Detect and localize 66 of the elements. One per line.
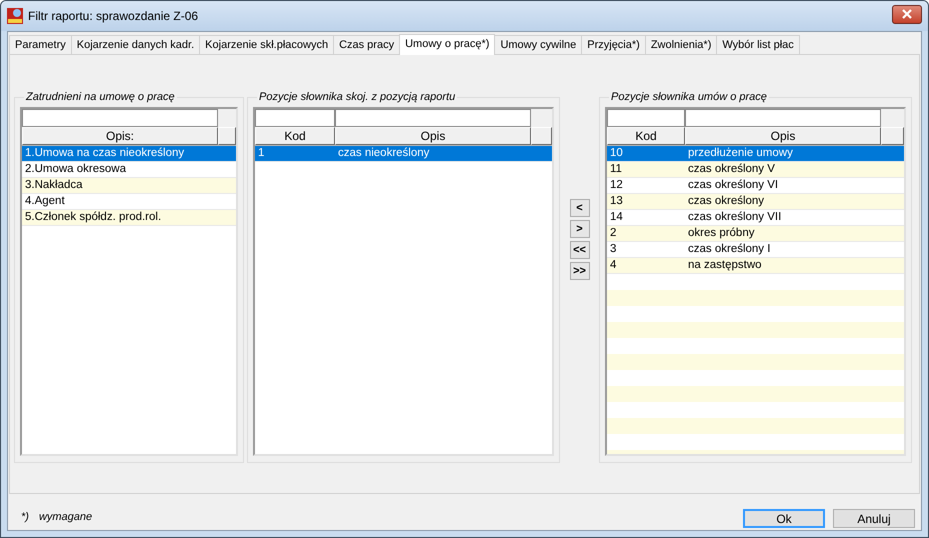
group-title: Pozycje słownika umów o pracę	[610, 91, 768, 103]
grid-cell-text: 13	[609, 194, 624, 209]
column-header[interactable]: Opis:	[22, 127, 218, 145]
footnote-mark: *)	[21, 511, 29, 523]
grid-cell-text: 3	[609, 242, 618, 257]
grid-cell-text: czas określony V	[687, 162, 776, 177]
grid-cell-text: czas określony	[687, 194, 766, 209]
grid-cell-text: 4.Agent	[24, 194, 66, 209]
column-header[interactable]: Opis	[335, 127, 531, 145]
close-button[interactable]	[892, 4, 922, 24]
grid-cell-text: 4	[609, 258, 618, 273]
grid-cell-text: 2.Umowa okresowa	[24, 162, 127, 177]
footnote-text: wymagane	[38, 511, 94, 523]
grid-row[interactable]: 3 czas określony I	[607, 242, 904, 258]
grid-cell-text: 1.Umowa na czas nieokreślony	[24, 146, 186, 161]
grid-row[interactable]: 2.Umowa okresowa	[22, 162, 236, 178]
grid-row[interactable]: 13 czas określony	[607, 194, 904, 210]
tab[interactable]: Wybór list płac	[716, 35, 800, 54]
grid-cell-text: przedłużenie umowy	[687, 146, 794, 161]
move-button[interactable]: <	[570, 199, 590, 217]
move-button[interactable]: <<	[570, 241, 590, 259]
grid-cell-text: 2	[609, 226, 618, 241]
tab[interactable]: Parametry	[9, 35, 72, 54]
dialog-button[interactable]: Anuluj	[833, 509, 915, 528]
tab[interactable]: Umowy o pracę*)	[399, 34, 496, 55]
grid-cell-text: 5.Członek spółdz. prod.rol.	[24, 210, 162, 225]
header-corner	[881, 127, 904, 145]
grid-row[interactable]: 12 czas określony VI	[607, 178, 904, 194]
grid-cell-text: na zastępstwo	[687, 258, 763, 273]
column-header[interactable]: Kod	[607, 127, 685, 145]
grid-cell-text: czas określony I	[687, 242, 772, 257]
grid-cell-text: czas określony VII	[687, 210, 782, 225]
grid-cell-text: 14	[609, 210, 624, 225]
grid-row[interactable]: 11 czas określony V	[607, 162, 904, 178]
grid-row[interactable]: 1.Umowa na czas nieokreślony	[22, 146, 236, 162]
column-header[interactable]: Opis	[685, 127, 881, 145]
grid-cell-text: 1	[257, 146, 266, 161]
grid-row[interactable]: 1 czas nieokreślony	[255, 146, 552, 162]
move-button[interactable]: >>	[570, 262, 590, 280]
grid-row[interactable]: 3.Nakładca	[22, 178, 236, 194]
grid-row[interactable]: 4 na zastępstwo	[607, 258, 904, 274]
app-icon	[7, 8, 23, 24]
grid-row[interactable]: 10 przedłużenie umowy	[607, 146, 904, 162]
column-header[interactable]: Kod	[255, 127, 335, 145]
grid-cell-text: 3.Nakładca	[24, 178, 84, 193]
window-title: Filtr raportu: sprawozdanie Z-06	[28, 9, 200, 23]
move-button[interactable]: >	[570, 220, 590, 238]
grid-row[interactable]: 14 czas określony VII	[607, 210, 904, 226]
grid-row[interactable]: 2 okres próbny	[607, 226, 904, 242]
filter-field[interactable]	[685, 109, 881, 127]
group-title: Zatrudnieni na umowę o pracę	[24, 91, 176, 103]
grid-cell-text: czas nieokreślony	[337, 146, 430, 161]
grid-cell-text: okres próbny	[687, 226, 756, 241]
close-icon	[901, 9, 913, 19]
grid-row[interactable]: 4.Agent	[22, 194, 236, 210]
filter-field[interactable]	[335, 109, 531, 127]
grid-cell-text: 12	[609, 178, 624, 193]
grid-cell-text: czas określony VI	[687, 178, 780, 193]
filter-field[interactable]	[255, 109, 335, 127]
dialog-button[interactable]: Ok	[743, 509, 825, 528]
filter-field[interactable]	[22, 109, 218, 127]
grid-cell-text: 11	[609, 162, 623, 177]
filter-field[interactable]	[607, 109, 685, 127]
grid-cell-text: 10	[609, 146, 624, 161]
grid-row[interactable]: 5.Członek spółdz. prod.rol.	[22, 210, 236, 226]
group-title: Pozycje słownika skoj. z pozycją raportu	[258, 91, 456, 103]
